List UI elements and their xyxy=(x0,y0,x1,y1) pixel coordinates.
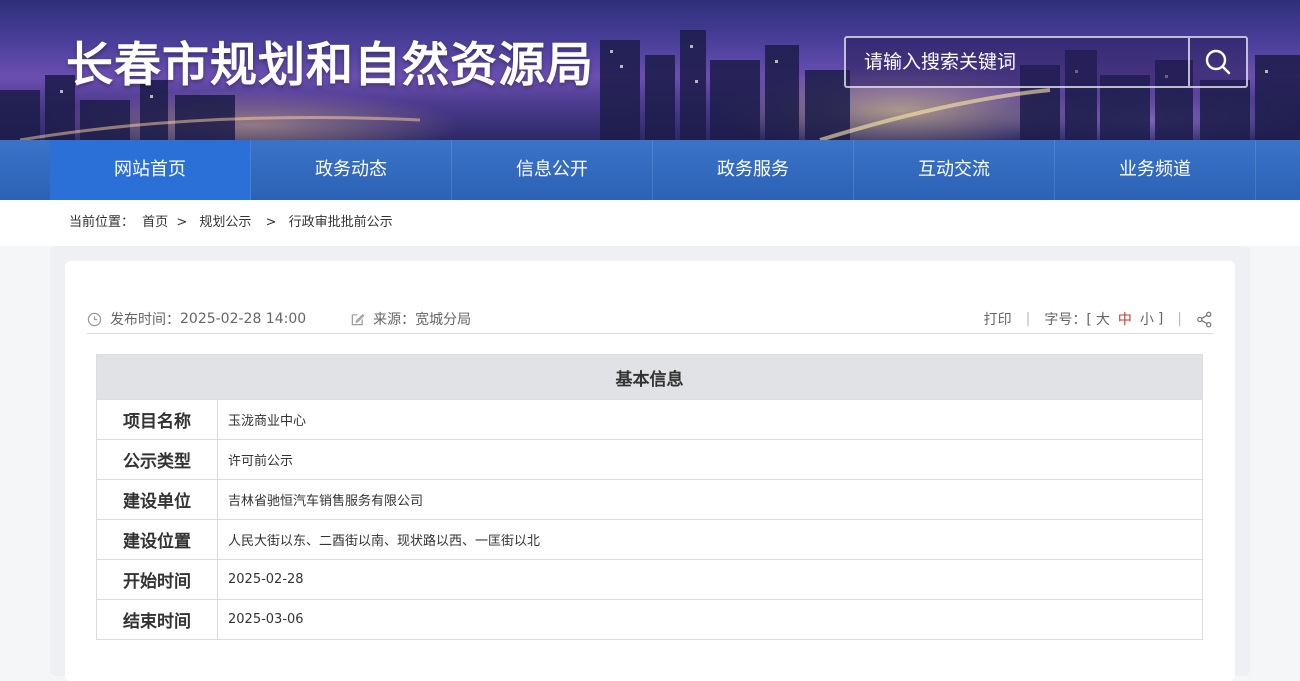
nav-item-channels[interactable]: 业务频道 xyxy=(1055,140,1256,200)
row-value: 人民大街以东、二酉街以南、现状路以西、一匡街以北 xyxy=(217,519,1203,560)
site-header: 长春市规划和自然资源局 xyxy=(0,0,1300,140)
nav-item-home[interactable]: 网站首页 xyxy=(50,140,251,200)
search-button[interactable] xyxy=(1188,38,1246,86)
table-row: 项目名称 玉泷商业中心 xyxy=(96,399,1203,440)
divider: | xyxy=(1025,311,1031,327)
row-key: 建设位置 xyxy=(96,519,218,560)
row-value: 玉泷商业中心 xyxy=(217,399,1203,440)
breadcrumb: 当前位置： 首页 > 规划公示 > 行政审批批前公示 xyxy=(0,200,1300,246)
breadcrumb-prefix: 当前位置： xyxy=(69,215,135,230)
nav-item-disclosure[interactable]: 信息公开 xyxy=(452,140,653,200)
table-row: 公示类型 许可前公示 xyxy=(96,439,1203,480)
edit-icon xyxy=(351,313,365,325)
publish-value: 2025-02-28 14:00 xyxy=(180,311,307,327)
site-title: 长春市规划和自然资源局 xyxy=(66,38,594,93)
row-key: 结束时间 xyxy=(96,599,218,640)
table-row: 建设单位 吉林省驰恒汽车销售服务有限公司 xyxy=(96,479,1203,520)
source-value: 宽城分局 xyxy=(415,312,472,328)
breadcrumb-planning-notice[interactable]: 规划公示 xyxy=(199,215,251,230)
clock-icon xyxy=(87,312,102,326)
breadcrumb-separator: > xyxy=(265,215,277,230)
table-row: 开始时间 2025-02-28 xyxy=(96,559,1203,600)
table-heading: 基本信息 xyxy=(96,354,1203,400)
row-key: 建设单位 xyxy=(96,479,218,520)
search-icon xyxy=(1205,49,1231,75)
article-source: 来源： 宽城分局 xyxy=(350,309,471,329)
row-value: 吉林省驰恒汽车销售服务有限公司 xyxy=(217,479,1203,520)
main-nav: 网站首页 政务动态 信息公开 政务服务 互动交流 业务频道 xyxy=(0,140,1300,200)
search-box xyxy=(844,36,1248,88)
row-value: 许可前公示 xyxy=(217,439,1203,480)
search-input[interactable] xyxy=(846,38,1188,86)
table-row: 建设位置 人民大街以东、二酉街以南、现状路以西、一匡街以北 xyxy=(96,519,1203,560)
font-size-label: 字号：[ xyxy=(1044,312,1092,328)
nav-item-interaction[interactable]: 互动交流 xyxy=(854,140,1055,200)
font-size-large-button[interactable]: 大 xyxy=(1096,309,1110,329)
font-size-small-button[interactable]: 小 xyxy=(1140,309,1154,329)
basic-info-table: 基本信息 项目名称 玉泷商业中心 公示类型 许可前公示 建设单位 吉林省驰恒汽车… xyxy=(96,354,1203,640)
font-size-close: ] xyxy=(1157,311,1164,327)
article-card: 发布时间： 2025-02-28 14:00 来源： 宽城分局 打印 | 字号：… xyxy=(65,261,1235,681)
nav-item-news[interactable]: 政务动态 xyxy=(251,140,452,200)
source-label: 来源： xyxy=(373,312,416,328)
row-key: 项目名称 xyxy=(96,399,218,440)
article-meta: 发布时间： 2025-02-28 14:00 来源： 宽城分局 打印 | 字号：… xyxy=(87,305,1213,334)
publish-time: 发布时间： 2025-02-28 14:00 xyxy=(87,309,306,329)
breadcrumb-separator: > xyxy=(176,215,188,230)
row-key: 开始时间 xyxy=(96,559,218,600)
content-wrapper: 发布时间： 2025-02-28 14:00 来源： 宽城分局 打印 | 字号：… xyxy=(50,246,1250,681)
row-value: 2025-02-28 xyxy=(217,559,1203,600)
row-value: 2025-03-06 xyxy=(217,599,1203,640)
breadcrumb-current[interactable]: 行政审批批前公示 xyxy=(289,215,393,230)
font-size-medium-button[interactable]: 中 xyxy=(1118,309,1132,329)
row-key: 公示类型 xyxy=(96,439,218,480)
breadcrumb-home[interactable]: 首页 xyxy=(142,215,168,230)
print-button[interactable]: 打印 xyxy=(984,309,1012,329)
share-icon[interactable] xyxy=(1196,311,1213,328)
nav-item-services[interactable]: 政务服务 xyxy=(653,140,854,200)
table-header-row: 基本信息 xyxy=(96,354,1203,400)
table-row: 结束时间 2025-03-06 xyxy=(96,599,1203,640)
publish-label: 发布时间： xyxy=(110,312,180,328)
divider: | xyxy=(1177,311,1182,327)
